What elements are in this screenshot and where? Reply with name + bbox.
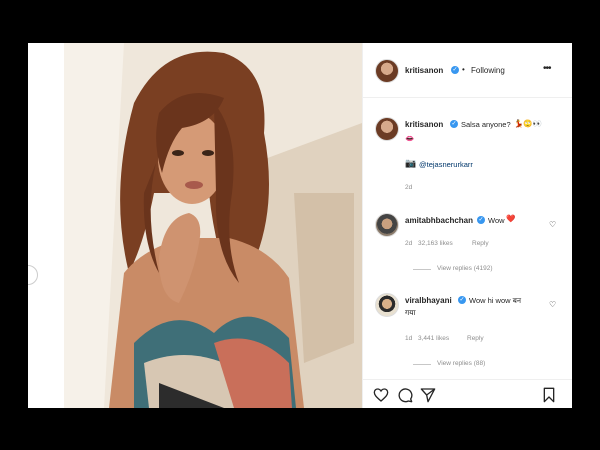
post-header: kritisanon ✓ • Following ••• xyxy=(363,43,572,98)
commenter-avatar[interactable] xyxy=(375,213,399,237)
view-replies-button[interactable]: View replies (88) xyxy=(437,360,485,367)
comment-text-line2: गया xyxy=(405,308,416,317)
author-username[interactable]: kritisanon xyxy=(405,66,443,75)
verified-badge-icon: ✓ xyxy=(477,216,485,224)
comment-icon[interactable] xyxy=(397,387,413,403)
instagram-post-window: kritisanon ✓ • Following ••• kritisanon … xyxy=(28,43,572,408)
view-replies-line xyxy=(413,364,431,365)
comment-likes[interactable]: 32,163 likes xyxy=(418,240,453,247)
comment-text: Wow xyxy=(488,216,505,225)
photographer-credit-link[interactable]: @tejasnerurkarr xyxy=(419,160,473,169)
verified-badge-icon: ✓ xyxy=(450,120,458,128)
commenter-avatar[interactable] xyxy=(375,293,399,317)
view-replies-button[interactable]: View replies (4192) xyxy=(437,265,493,272)
comment-age[interactable]: 1d xyxy=(405,335,412,342)
left-gutter xyxy=(28,43,64,408)
post-action-bar xyxy=(363,379,572,408)
comment-username[interactable]: amitabhbachchan xyxy=(405,216,473,225)
post-image-illustration xyxy=(64,43,362,408)
bookmark-icon[interactable] xyxy=(541,387,557,403)
share-icon[interactable] xyxy=(420,387,436,403)
comment-text: Wow hi wow बन xyxy=(469,296,522,305)
more-options-icon[interactable]: ••• xyxy=(543,63,551,74)
comment-reply-button[interactable]: Reply xyxy=(472,240,489,247)
caption-username[interactable]: kritisanon xyxy=(405,120,443,129)
heart-icon[interactable] xyxy=(373,387,389,403)
caption-age[interactable]: 2d xyxy=(405,184,412,191)
comment-username[interactable]: viralbhayani xyxy=(405,296,452,305)
caption-emoji-line2: 👄 xyxy=(405,134,415,143)
view-replies-line xyxy=(413,269,431,270)
comment-likes[interactable]: 3,441 likes xyxy=(418,335,449,342)
caption-emojis: 💃🙄👀 xyxy=(514,119,543,128)
camera-icon: 📷 xyxy=(405,158,417,168)
verified-badge-icon: ✓ xyxy=(451,66,459,74)
caption-avatar[interactable] xyxy=(375,117,399,141)
comment-emoji: ❤️ xyxy=(506,214,516,223)
follow-button[interactable]: Following xyxy=(471,66,505,75)
comment-reply-button[interactable]: Reply xyxy=(467,335,484,342)
author-avatar[interactable] xyxy=(375,59,399,83)
verified-badge-icon: ✓ xyxy=(458,296,466,304)
comment-like-heart-icon[interactable]: ♡ xyxy=(549,220,556,229)
comment-age[interactable]: 2d xyxy=(405,240,412,247)
caption-text: Salsa anyone? xyxy=(461,120,511,129)
post-details-panel: kritisanon ✓ • Following ••• kritisanon … xyxy=(362,43,572,408)
header-separator: • xyxy=(462,65,465,74)
comment-like-heart-icon[interactable]: ♡ xyxy=(549,300,556,309)
post-image[interactable] xyxy=(64,43,362,408)
